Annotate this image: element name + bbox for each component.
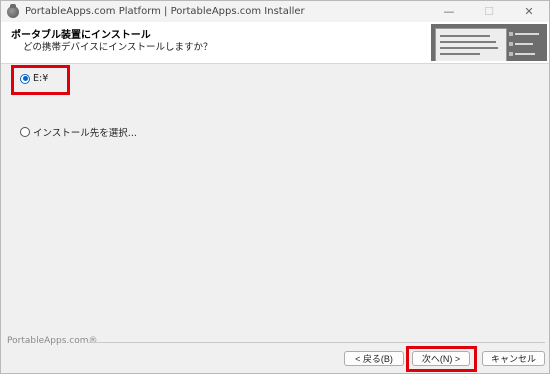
annotation-highlight-drive (11, 65, 70, 95)
back-button[interactable]: < 戻る(B) (344, 351, 404, 366)
banner-line (440, 35, 490, 37)
annotation-highlight-next (406, 346, 477, 372)
banner-side-line (515, 43, 533, 45)
banner-side-line (515, 33, 539, 35)
minimize-icon[interactable]: — (429, 1, 469, 22)
radio-choose-location[interactable] (20, 127, 30, 137)
banner-line (440, 47, 498, 49)
banner-menu-panel (435, 28, 507, 61)
title-bar: PortableApps.com Platform | PortableApps… (1, 1, 549, 22)
brand-label: PortableApps.com® (7, 336, 98, 346)
close-icon[interactable]: ✕ (509, 1, 549, 22)
footer-divider (87, 342, 545, 343)
banner-side-line (515, 53, 535, 55)
portableapps-logo-icon (7, 3, 19, 18)
banner-dot (509, 52, 513, 56)
maximize-icon: ☐ (484, 5, 494, 18)
cancel-button[interactable]: キャンセル (482, 351, 545, 366)
window-title: PortableApps.com Platform | PortableApps… (25, 6, 305, 17)
banner-line (440, 53, 480, 55)
banner-dot (509, 42, 513, 46)
window-controls: — ☐ ✕ (429, 1, 549, 22)
header-banner-image (431, 24, 547, 61)
banner-dot (509, 32, 513, 36)
page-subtitle: どの携帯デバイスにインストールしますか？ (23, 42, 213, 53)
choose-location-label: インストール先を選択... (33, 128, 137, 139)
wizard-header: ポータブル装置にインストール どの携帯デバイスにインストールしますか？ (1, 22, 549, 64)
banner-line (440, 41, 496, 43)
installer-window: PortableApps.com Platform | PortableApps… (0, 0, 550, 374)
choose-location-option[interactable]: インストール先を選択... (20, 125, 137, 139)
